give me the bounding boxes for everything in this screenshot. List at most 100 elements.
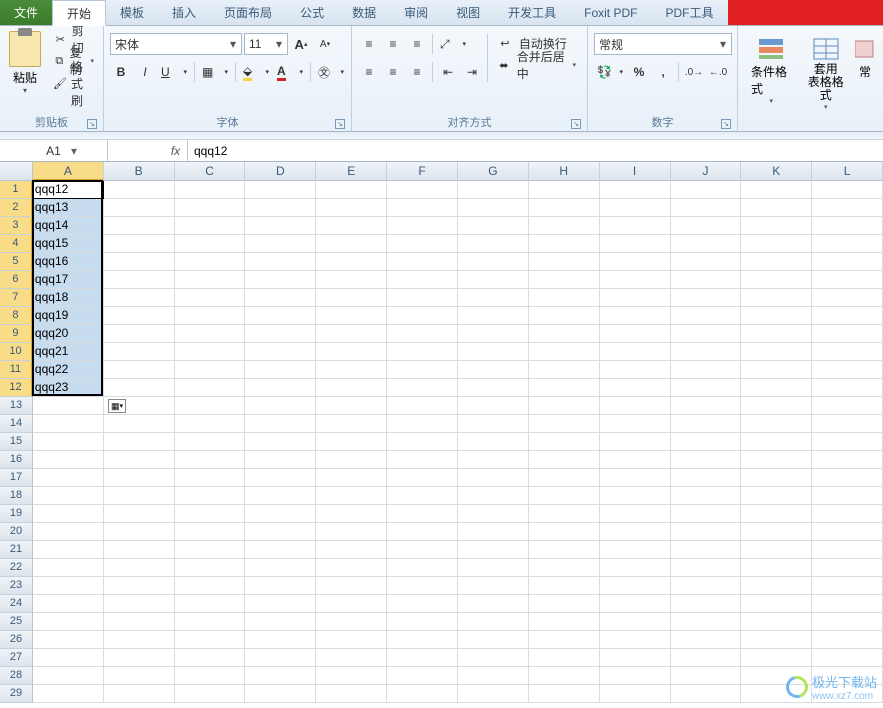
- cell-A15[interactable]: [33, 433, 104, 451]
- cell-I11[interactable]: [600, 361, 671, 379]
- cell-B12[interactable]: [104, 379, 175, 397]
- cell-L8[interactable]: [812, 307, 883, 325]
- row-header-11[interactable]: 11: [0, 361, 33, 379]
- cell-F25[interactable]: [387, 613, 458, 631]
- col-header-C[interactable]: C: [175, 162, 246, 181]
- cell-L12[interactable]: [812, 379, 883, 397]
- align-middle-button[interactable]: ≡: [382, 33, 404, 55]
- cell-A5[interactable]: qqq16: [33, 253, 104, 271]
- cell-F1[interactable]: [387, 181, 458, 199]
- cell-L9[interactable]: [812, 325, 883, 343]
- file-menu[interactable]: 文件: [0, 0, 52, 25]
- cell-C6[interactable]: [175, 271, 246, 289]
- row-header-22[interactable]: 22: [0, 559, 33, 577]
- cell-I23[interactable]: [600, 577, 671, 595]
- cell-K22[interactable]: [741, 559, 812, 577]
- format-as-table-button[interactable]: 套用 表格格式▾: [799, 32, 854, 114]
- fx-button[interactable]: fx: [164, 140, 188, 161]
- cell-G28[interactable]: [458, 667, 529, 685]
- merge-center-button[interactable]: ⬌合并后居中▾: [492, 54, 581, 76]
- cell-G7[interactable]: [458, 289, 529, 307]
- cell-C20[interactable]: [175, 523, 246, 541]
- cell-J24[interactable]: [671, 595, 742, 613]
- cell-G27[interactable]: [458, 649, 529, 667]
- paste-button[interactable]: 粘贴 ▾: [4, 28, 46, 98]
- cell-C23[interactable]: [175, 577, 246, 595]
- cell-D29[interactable]: [245, 685, 316, 703]
- comma-button[interactable]: ,: [652, 61, 674, 83]
- cell-D11[interactable]: [245, 361, 316, 379]
- cell-F18[interactable]: [387, 487, 458, 505]
- cell-G26[interactable]: [458, 631, 529, 649]
- cell-E21[interactable]: [316, 541, 387, 559]
- cell-J28[interactable]: [671, 667, 742, 685]
- cell-K18[interactable]: [741, 487, 812, 505]
- formula-input[interactable]: qqq12: [188, 140, 883, 161]
- col-header-B[interactable]: B: [104, 162, 175, 181]
- cell-C13[interactable]: [175, 397, 246, 415]
- decrease-decimal-button[interactable]: ←.0: [707, 61, 729, 83]
- cell-E27[interactable]: [316, 649, 387, 667]
- cell-C25[interactable]: [175, 613, 246, 631]
- conditional-format-button[interactable]: 条件格式▾: [744, 32, 799, 108]
- cell-C26[interactable]: [175, 631, 246, 649]
- cell-J11[interactable]: [671, 361, 742, 379]
- cell-I25[interactable]: [600, 613, 671, 631]
- cell-H12[interactable]: [529, 379, 600, 397]
- cell-A14[interactable]: [33, 415, 104, 433]
- row-header-24[interactable]: 24: [0, 595, 33, 613]
- cell-F29[interactable]: [387, 685, 458, 703]
- cell-K3[interactable]: [741, 217, 812, 235]
- increase-indent-button[interactable]: ⇥: [461, 61, 483, 83]
- cell-D25[interactable]: [245, 613, 316, 631]
- row-header-20[interactable]: 20: [0, 523, 33, 541]
- cell-F7[interactable]: [387, 289, 458, 307]
- cell-E14[interactable]: [316, 415, 387, 433]
- row-header-4[interactable]: 4: [0, 235, 33, 253]
- cell-B28[interactable]: [104, 667, 175, 685]
- cell-K7[interactable]: [741, 289, 812, 307]
- cell-G9[interactable]: [458, 325, 529, 343]
- cell-E4[interactable]: [316, 235, 387, 253]
- cell-C12[interactable]: [175, 379, 246, 397]
- cell-J7[interactable]: [671, 289, 742, 307]
- cell-B23[interactable]: [104, 577, 175, 595]
- cell-H27[interactable]: [529, 649, 600, 667]
- cell-B18[interactable]: [104, 487, 175, 505]
- cell-F11[interactable]: [387, 361, 458, 379]
- align-bottom-button[interactable]: ≡: [406, 33, 428, 55]
- cell-E8[interactable]: [316, 307, 387, 325]
- cell-F17[interactable]: [387, 469, 458, 487]
- cell-K27[interactable]: [741, 649, 812, 667]
- cell-L15[interactable]: [812, 433, 883, 451]
- cell-F4[interactable]: [387, 235, 458, 253]
- cell-A18[interactable]: [33, 487, 104, 505]
- cell-K19[interactable]: [741, 505, 812, 523]
- menu-tab-9[interactable]: Foxit PDF: [570, 0, 651, 25]
- cell-C15[interactable]: [175, 433, 246, 451]
- cell-H8[interactable]: [529, 307, 600, 325]
- cell-K24[interactable]: [741, 595, 812, 613]
- bold-button[interactable]: B: [110, 61, 132, 83]
- row-header-15[interactable]: 15: [0, 433, 33, 451]
- cell-F6[interactable]: [387, 271, 458, 289]
- cell-G14[interactable]: [458, 415, 529, 433]
- cell-G13[interactable]: [458, 397, 529, 415]
- cell-B2[interactable]: [104, 199, 175, 217]
- cell-H28[interactable]: [529, 667, 600, 685]
- cell-A7[interactable]: qqq18: [33, 289, 104, 307]
- cell-H21[interactable]: [529, 541, 600, 559]
- cell-D26[interactable]: [245, 631, 316, 649]
- cell-G4[interactable]: [458, 235, 529, 253]
- align-right-button[interactable]: ≡: [406, 61, 428, 83]
- menu-tab-7[interactable]: 视图: [442, 0, 494, 25]
- menu-tab-4[interactable]: 公式: [286, 0, 338, 25]
- cell-C29[interactable]: [175, 685, 246, 703]
- cell-I5[interactable]: [600, 253, 671, 271]
- cell-B8[interactable]: [104, 307, 175, 325]
- cell-L23[interactable]: [812, 577, 883, 595]
- cell-E17[interactable]: [316, 469, 387, 487]
- cell-J29[interactable]: [671, 685, 742, 703]
- cell-H4[interactable]: [529, 235, 600, 253]
- cell-J23[interactable]: [671, 577, 742, 595]
